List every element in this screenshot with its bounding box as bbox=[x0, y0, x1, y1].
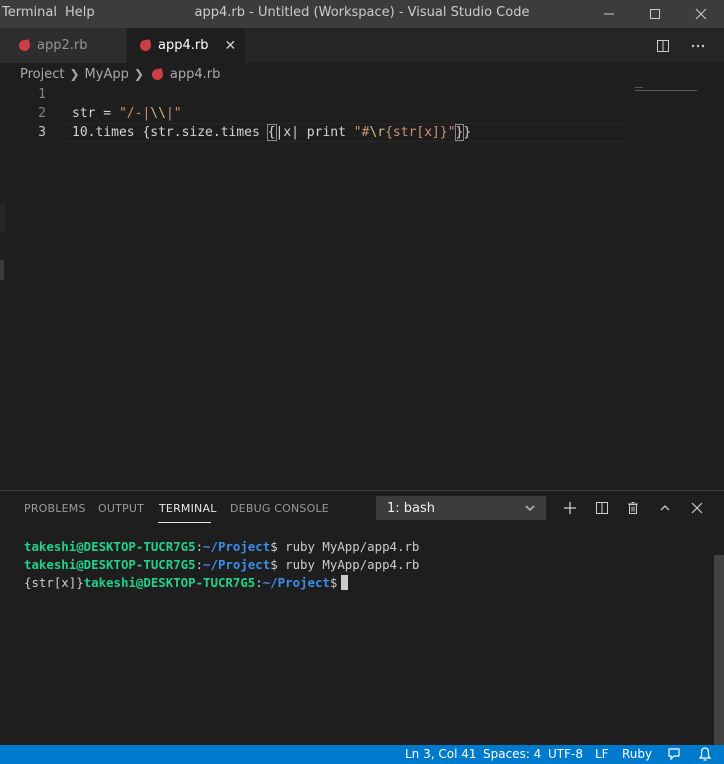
minimize-icon bbox=[604, 13, 614, 15]
more-actions-button[interactable] bbox=[690, 28, 706, 63]
indentation[interactable]: Spaces: 4 bbox=[483, 747, 541, 761]
code-string: {str[x]}" bbox=[385, 125, 456, 140]
editor-tab-bar: app2.rb app4.rb ✕ bbox=[0, 28, 724, 63]
tab-label: app2.rb bbox=[37, 38, 88, 53]
terminal-line: takeshi@DESKTOP-TUCR7G5:~/Project$ ruby … bbox=[24, 557, 420, 572]
maximize-button[interactable] bbox=[632, 0, 678, 28]
code-string: "/-| bbox=[118, 106, 151, 121]
bottom-panel: PROBLEMS OUTPUT TERMINAL DEBUG CONSOLE 1… bbox=[0, 490, 724, 745]
line-number: 1 bbox=[38, 87, 46, 102]
ruby-file-icon bbox=[139, 39, 152, 52]
maximize-panel-button[interactable] bbox=[654, 497, 676, 519]
code-token: str = bbox=[72, 106, 119, 121]
code-token: 10.times {str.size.times bbox=[72, 125, 268, 140]
minimize-button[interactable] bbox=[586, 0, 632, 28]
minimap[interactable] bbox=[635, 87, 705, 93]
split-editor-icon bbox=[657, 39, 669, 52]
close-window-button[interactable] bbox=[678, 0, 724, 28]
line-number: 3 bbox=[38, 125, 46, 140]
split-terminal-button[interactable] bbox=[591, 497, 613, 519]
trash-icon bbox=[628, 502, 638, 514]
terminal-selector-value: 1: bash bbox=[387, 500, 436, 516]
split-terminal-icon bbox=[596, 502, 608, 514]
maximize-icon bbox=[650, 9, 660, 19]
terminal-path: ~/Project bbox=[203, 539, 271, 554]
tab-terminal[interactable]: TERMINAL bbox=[159, 502, 217, 515]
code-token: } bbox=[463, 125, 472, 140]
ruby-file-icon bbox=[18, 39, 31, 52]
breadcrumb-file[interactable]: app4.rb bbox=[170, 67, 220, 82]
code-string: |" bbox=[165, 106, 182, 121]
close-icon bbox=[695, 8, 707, 20]
split-editor-button[interactable] bbox=[656, 28, 670, 63]
terminal-path: ~/Project bbox=[262, 575, 330, 590]
chevron-up-icon bbox=[660, 505, 670, 511]
feedback-button[interactable] bbox=[666, 746, 682, 764]
code-token: |x| print bbox=[275, 125, 354, 140]
terminal-user: takeshi@DESKTOP-TUCR7G5 bbox=[24, 539, 196, 554]
editor-left-marker bbox=[0, 260, 4, 280]
tab-app4[interactable]: app4.rb ✕ bbox=[127, 28, 245, 63]
feedback-icon bbox=[668, 748, 680, 761]
line-number: 2 bbox=[38, 106, 46, 121]
code-line-2[interactable]: str = "/-|\\|" bbox=[72, 106, 182, 121]
chevron-down-icon bbox=[525, 505, 535, 511]
breadcrumb-project[interactable]: Project bbox=[20, 67, 64, 82]
terminal-line: takeshi@DESKTOP-TUCR7G5:~/Project$ ruby … bbox=[24, 539, 420, 554]
chevron-right-icon: ❯ bbox=[69, 67, 80, 81]
code-line-3[interactable]: 10.times {str.size.times {|x| print "#\r… bbox=[72, 124, 472, 141]
kill-terminal-button[interactable] bbox=[622, 497, 644, 519]
end-of-line[interactable]: LF bbox=[595, 747, 609, 761]
terminal-line[interactable]: {str[x]}takeshi@DESKTOP-TUCR7G5:~/Projec… bbox=[24, 575, 349, 590]
close-icon bbox=[691, 502, 703, 514]
ellipsis-icon bbox=[691, 44, 705, 47]
tab-app2[interactable]: app2.rb bbox=[0, 28, 126, 63]
terminal-user: takeshi@DESKTOP-TUCR7G5 bbox=[83, 575, 256, 590]
bell-icon bbox=[698, 747, 712, 761]
active-tab-indicator bbox=[158, 522, 211, 523]
terminal-user: takeshi@DESKTOP-TUCR7G5 bbox=[24, 557, 196, 572]
code-escape: \r bbox=[369, 125, 386, 140]
tab-close-icon[interactable]: ✕ bbox=[224, 38, 236, 54]
notifications-button[interactable] bbox=[697, 746, 713, 764]
title-bar: Terminal Help app4.rb - Untitled (Worksp… bbox=[0, 0, 724, 28]
code-string: "# bbox=[353, 125, 370, 140]
tab-output[interactable]: OUTPUT bbox=[98, 502, 144, 515]
new-terminal-button[interactable] bbox=[559, 497, 581, 519]
code-editor[interactable]: 1 2 3 str = "/-|\\|" 10.times {str.size.… bbox=[0, 85, 724, 490]
bracket-match: { bbox=[266, 124, 277, 141]
tab-debug-console[interactable]: DEBUG CONSOLE bbox=[230, 502, 329, 515]
chevron-right-icon: ❯ bbox=[133, 67, 144, 81]
code-escape: \\ bbox=[150, 106, 166, 121]
tab-problems[interactable]: PROBLEMS bbox=[24, 502, 86, 515]
terminal-cursor bbox=[341, 575, 349, 590]
tab-label: app4.rb bbox=[158, 38, 209, 53]
close-panel-button[interactable] bbox=[686, 497, 708, 519]
terminal-selector[interactable]: 1: bash bbox=[376, 496, 546, 520]
breadcrumb-myapp[interactable]: MyApp bbox=[85, 67, 129, 82]
terminal-command: ruby MyApp/app4.rb bbox=[285, 557, 420, 572]
ruby-file-icon bbox=[151, 67, 164, 81]
cursor-position[interactable]: Ln 3, Col 41 bbox=[405, 747, 477, 761]
terminal-scrollbar[interactable] bbox=[714, 555, 724, 745]
terminal-path: ~/Project bbox=[203, 557, 271, 572]
plus-icon bbox=[564, 502, 576, 514]
terminal-output: {str[x]} bbox=[24, 575, 84, 590]
breadcrumb: Project ❯ MyApp ❯ app4.rb bbox=[0, 63, 724, 85]
terminal-command: ruby MyApp/app4.rb bbox=[285, 539, 420, 554]
language-mode[interactable]: Ruby bbox=[622, 747, 652, 761]
encoding[interactable]: UTF-8 bbox=[548, 747, 583, 761]
editor-gutter-shade bbox=[0, 203, 6, 233]
status-bar: Ln 3, Col 41 Spaces: 4 UTF-8 LF Ruby bbox=[0, 745, 724, 764]
